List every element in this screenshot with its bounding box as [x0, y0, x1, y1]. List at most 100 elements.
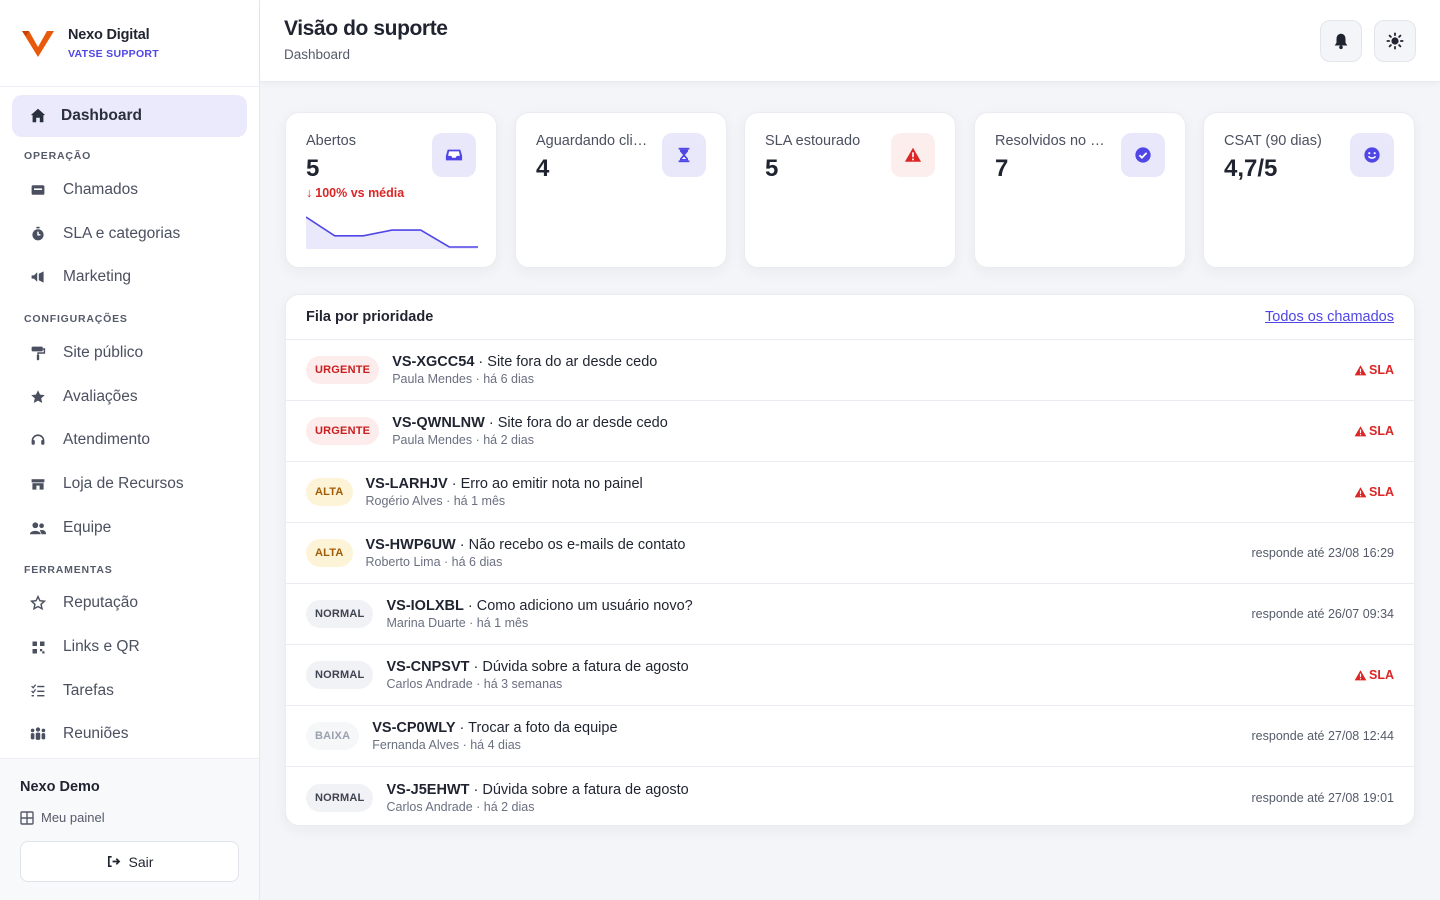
table-row[interactable]: NORMAL VS-CNPSVT · Dúvida sobre a fatura… [286, 645, 1414, 706]
stat-label: SLA estourado [765, 133, 861, 149]
brand-subtitle: VATSE SUPPORT [68, 47, 160, 60]
stat-card-sla-estourado[interactable]: SLA estourado 5 [744, 112, 956, 268]
sign-out-icon [107, 855, 120, 868]
breadcrumb[interactable]: Dashboard [284, 47, 350, 62]
ticket-meta: Paula Mendes · há 6 dias [392, 372, 534, 386]
ticket-deadline: SLA [1354, 424, 1394, 438]
sidebar-item-equipe[interactable]: Equipe [12, 506, 247, 550]
sidebar-item-dashboard[interactable]: Dashboard [12, 95, 247, 137]
ticket-subject: Dúvida sobre a fatura de agosto [482, 659, 689, 675]
brand-name: Nexo Digital [68, 26, 150, 43]
sidebar-item-loja[interactable]: Loja de Recursos [12, 462, 247, 506]
brand[interactable]: Nexo Digital VATSE SUPPORT [0, 0, 259, 87]
priority-badge: URGENTE [306, 356, 380, 384]
sidebar-item-label: SLA e categorias [63, 224, 181, 242]
row-main: VS-XGCC54 · Site fora do ar desde cedo P… [392, 354, 657, 386]
ticket-deadline: responde até 26/07 09:34 [1251, 607, 1394, 621]
warning-icon [1354, 425, 1367, 436]
qrcode-icon [29, 638, 47, 656]
sidebar-item-label: Links e QR [63, 638, 140, 656]
queue-title: Fila por prioridade [306, 309, 434, 325]
logout-label: Sair [128, 853, 154, 870]
arrow-down-icon: ↓ [306, 186, 313, 200]
sidebar-item-links[interactable]: Links e QR [12, 625, 247, 669]
logout-button[interactable]: Sair [20, 841, 239, 882]
stat-card-abertos[interactable]: Abertos 5 ↓ 100% vs média [285, 112, 497, 268]
table-row[interactable]: NORMAL VS-J5EHWT · Dúvida sobre a fatura… [286, 767, 1414, 825]
row-main: VS-CP0WLY · Trocar a foto da equipe Fern… [372, 720, 617, 752]
ticket-separator: · [463, 598, 477, 614]
ticket-separator: · [469, 781, 483, 798]
sidebar-item-site[interactable]: Site público [12, 331, 247, 375]
sidebar-item-tarefas[interactable]: Tarefas [12, 669, 247, 713]
sidebar-item-label: Tarefas [63, 681, 114, 699]
ticket-deadline: SLA [1354, 668, 1394, 682]
row-main: VS-QWNLNW · Site fora do ar desde cedo P… [392, 415, 668, 447]
page-title: Visão do suporte [284, 17, 448, 40]
ticket-meta: Rogério Alves · há 1 mês [365, 494, 506, 508]
ticket-title: VS-CP0WLY · Trocar a foto da equipe [372, 720, 617, 736]
table-row[interactable]: NORMAL VS-IOLXBL · Como adiciono um usuá… [286, 584, 1414, 645]
sla-label: SLA [1369, 668, 1394, 682]
sidebar-item-reputacao[interactable]: Reputação [12, 582, 247, 626]
stat-card-resolvidos[interactable]: Resolvidos no período 7 [974, 112, 1186, 268]
stat-label: CSAT (90 dias) [1224, 133, 1322, 149]
ticket-code: VS-CNPSVT [386, 659, 470, 675]
stat-card-csat[interactable]: CSAT (90 dias) 4,7/5 [1203, 112, 1415, 268]
ticket-deadline: responde até 23/08 16:29 [1251, 546, 1394, 560]
ticket-title: VS-XGCC54 · Site fora do ar desde cedo [392, 354, 657, 370]
ticket-title: VS-LARHJV · Erro ao emitir nota no paine… [366, 476, 643, 492]
sparkline-chart [306, 216, 478, 249]
stopwatch-icon [29, 225, 47, 243]
priority-badge: URGENTE [306, 417, 380, 445]
theme-toggle-button[interactable] [1374, 20, 1416, 62]
check-circle-icon [1121, 133, 1165, 177]
ticket-subject: Site fora do ar desde cedo [487, 354, 658, 370]
paint-roller-icon [29, 344, 47, 362]
stat-label: Resolvidos no período [995, 133, 1110, 149]
table-row[interactable]: URGENTE VS-XGCC54 · Site fora do ar desd… [286, 340, 1414, 401]
ticket-meta: Carlos Andrade · há 3 semanas [386, 677, 563, 691]
sidebar-item-avaliacoes[interactable]: Avaliações [12, 375, 247, 419]
sidebar-footer: Nexo Demo Meu painel Sair [0, 758, 259, 900]
sidebar-item-label: Avaliações [63, 387, 138, 405]
sidebar-item-chamados[interactable]: Chamados [12, 168, 247, 212]
ticket-separator: · [455, 720, 469, 736]
ticket-deadline: responde até 27/08 12:44 [1251, 729, 1394, 743]
sidebar-item-label: Reuniões [63, 725, 129, 743]
ticket-code: VS-J5EHWT [386, 781, 470, 798]
ticket-separator: · [474, 354, 488, 370]
table-row[interactable]: ALTA VS-HWP6UW · Não recebo os e-mails d… [286, 523, 1414, 584]
stat-card-aguardando[interactable]: Aguardando cliente 4 [515, 112, 727, 268]
checklist-icon [29, 682, 47, 700]
my-panel-label: Meu painel [41, 810, 105, 825]
ticket-title: VS-HWP6UW · Não recebo os e-mails de con… [366, 537, 686, 553]
priority-badge: BAIXA [306, 722, 360, 750]
stat-label: Aguardando cliente [536, 133, 651, 149]
priority-queue: Fila por prioridade Todos os chamados UR… [285, 294, 1415, 826]
all-tickets-link[interactable]: Todos os chamados [1265, 309, 1394, 325]
sidebar-item-label: Equipe [63, 518, 112, 536]
table-row[interactable]: URGENTE VS-QWNLNW · Site fora do ar desd… [286, 401, 1414, 462]
table-row[interactable]: ALTA VS-LARHJV · Erro ao emitir nota no … [286, 462, 1414, 523]
bell-icon [1334, 33, 1348, 50]
ticket-subject: Dúvida sobre a fatura de agosto [482, 781, 689, 798]
sidebar-item-sla[interactable]: SLA e categorias [12, 212, 247, 256]
sidebar-item-reunioes[interactable]: Reuniões [12, 713, 247, 757]
ticket-code: VS-LARHJV [365, 476, 448, 492]
ticket-code: VS-HWP6UW [365, 537, 456, 553]
ticket-meta: Carlos Andrade · há 2 dias [386, 799, 535, 814]
smile-icon [1350, 133, 1394, 177]
sidebar-item-marketing[interactable]: Marketing [12, 255, 247, 299]
sidebar-item-label: Site público [63, 343, 144, 361]
table-row[interactable]: BAIXA VS-CP0WLY · Trocar a foto da equip… [286, 706, 1414, 767]
warning-icon [1354, 669, 1367, 680]
sidebar-item-label: Marketing [63, 268, 132, 286]
ticket-code: VS-CP0WLY [372, 720, 456, 736]
my-panel-link[interactable]: Meu painel [20, 810, 239, 825]
sidebar-item-atendimento[interactable]: Atendimento [12, 418, 247, 462]
sidebar-item-label: Atendimento [63, 431, 151, 449]
section-operacao: OPERAÇÃO [24, 150, 92, 162]
ticket-title: VS-QWNLNW · Site fora do ar desde cedo [392, 415, 668, 431]
notifications-button[interactable] [1320, 20, 1362, 62]
